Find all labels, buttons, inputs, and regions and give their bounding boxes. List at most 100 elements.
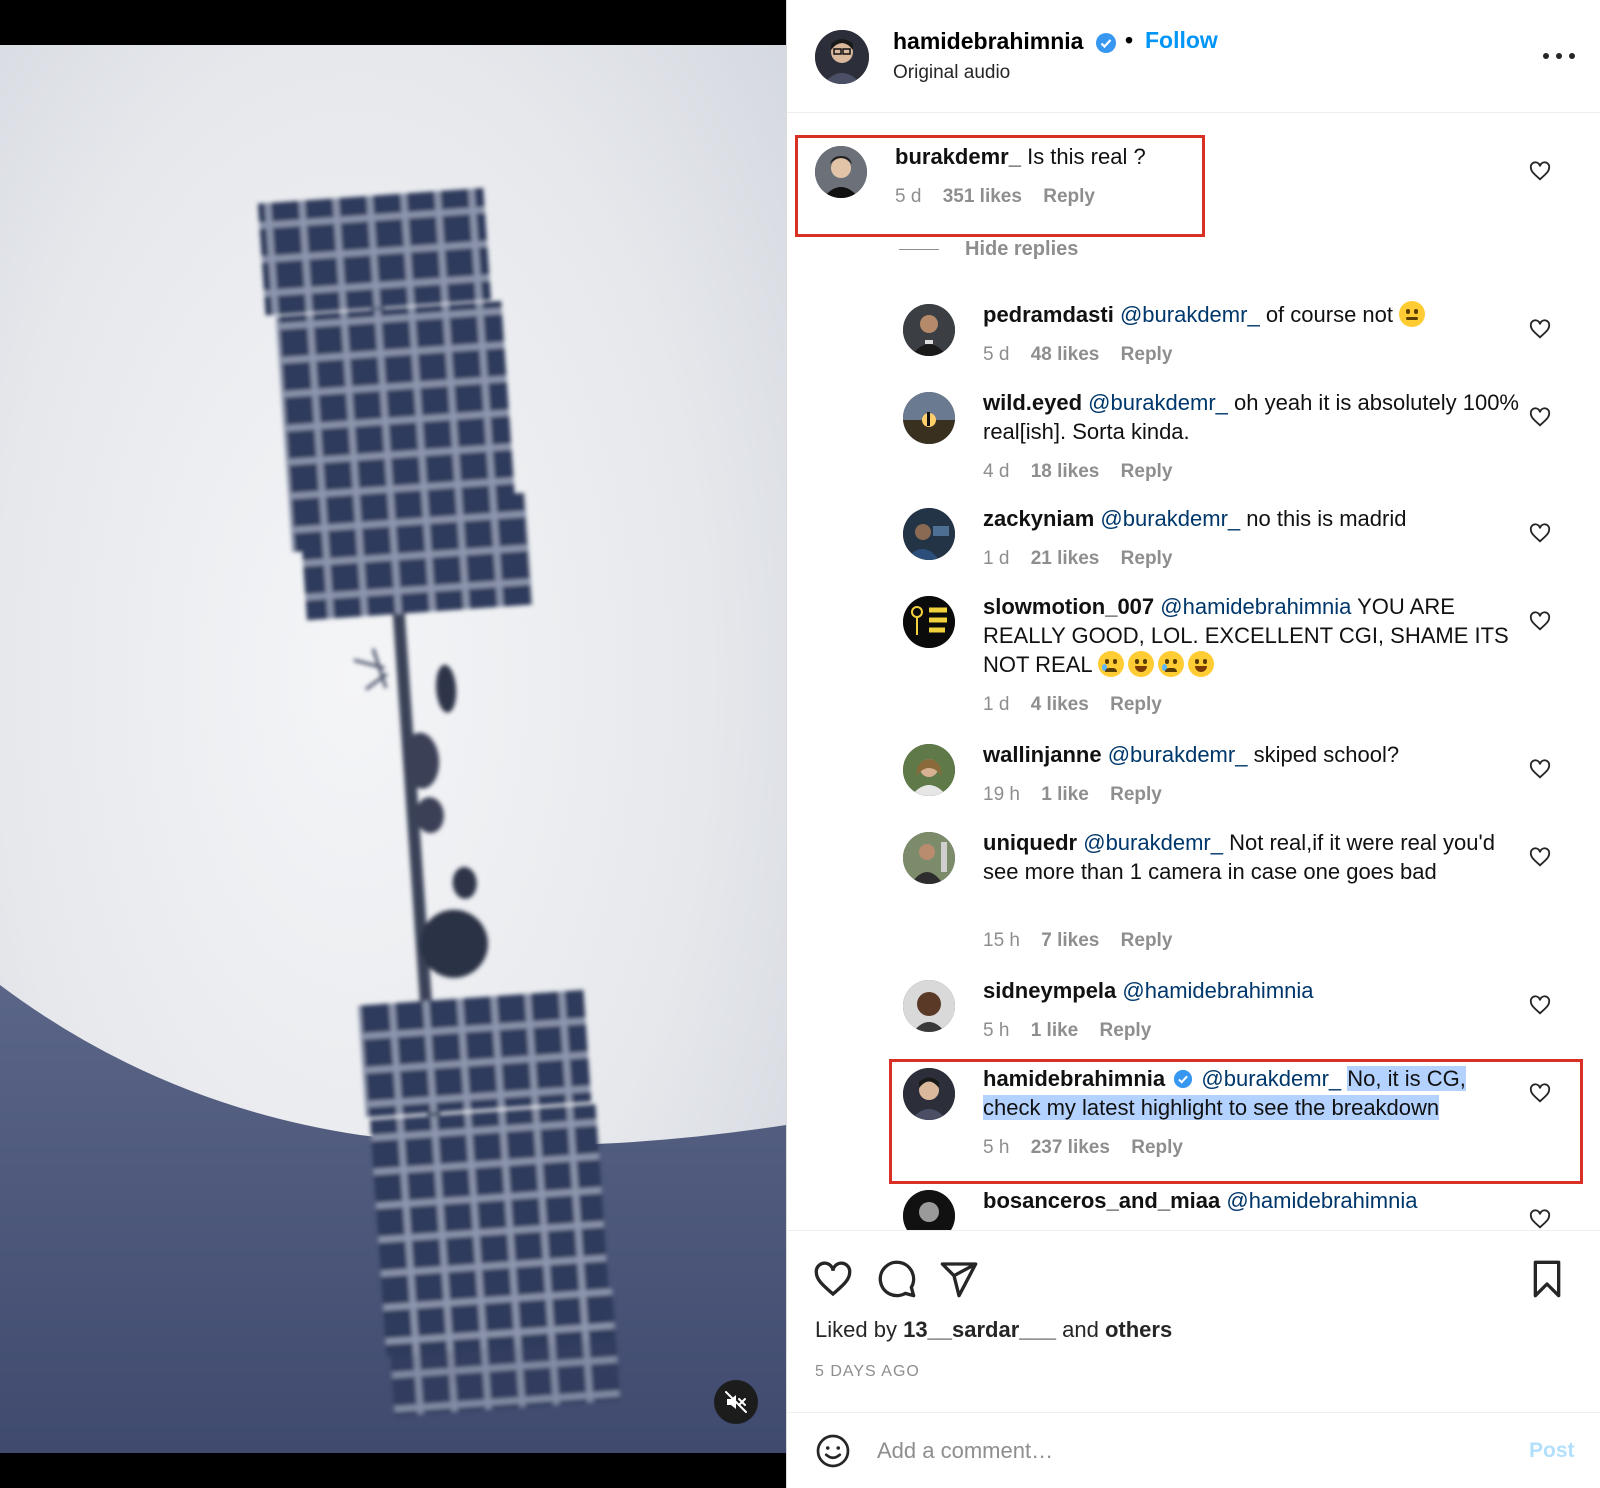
reply-mention[interactable]: @burakdemr_ (1083, 830, 1223, 855)
liked-by-text: Liked by 13__sardar___ and others (815, 1317, 1173, 1342)
liked-by-user[interactable]: 13__sardar___ (903, 1317, 1056, 1342)
reply-meta: 15 h 7 likes Reply (983, 930, 1188, 952)
comment-composer: Post (787, 1412, 1600, 1488)
reply-button[interactable]: Reply (1121, 548, 1173, 569)
reply-mention[interactable]: @hamidebrahimnia (1160, 594, 1351, 619)
heart-icon[interactable] (1529, 994, 1551, 1016)
reply-likes[interactable]: 21 likes (1031, 548, 1100, 569)
reply-mention[interactable]: @burakdemr_ (1108, 742, 1248, 767)
reply-username[interactable]: sidneympela (983, 978, 1116, 1003)
mute-icon (725, 1391, 747, 1413)
reply-text: wallinjanne @burakdemr_ skiped school? (983, 742, 1400, 767)
post-header: hamidebrahimnia • Follow Original audio (787, 0, 1600, 113)
reply-button[interactable]: Reply (1100, 1020, 1152, 1041)
heart-icon[interactable] (1529, 846, 1551, 868)
comment-likes[interactable]: 351 likes (943, 186, 1022, 207)
comment-username[interactable]: burakdemr_ (895, 144, 1021, 169)
emoji-icon[interactable] (815, 1433, 851, 1469)
reply-mention[interactable]: @burakdemr_ (1201, 1066, 1341, 1091)
heart-icon[interactable] (1529, 1208, 1551, 1230)
heart-icon[interactable] (1529, 1082, 1551, 1104)
heart-icon[interactable] (813, 1259, 853, 1299)
reply-username[interactable]: hamidebrahimnia (983, 1066, 1165, 1091)
reply-button[interactable]: Reply (1121, 461, 1173, 482)
reply-mention[interactable]: @hamidebrahimnia (1122, 978, 1313, 1003)
comments-list[interactable]: burakdemr_ Is this real ? 5 d 351 likes … (787, 114, 1600, 1230)
reply-time[interactable]: 5 d (983, 344, 1009, 365)
commenter-avatar[interactable] (903, 596, 955, 648)
commenter-avatar[interactable] (815, 146, 867, 198)
heart-icon[interactable] (1529, 406, 1551, 428)
reply-mention[interactable]: @burakdemr_ (1120, 302, 1260, 327)
comment-time[interactable]: 5 d (895, 186, 921, 207)
heart-icon[interactable] (1529, 160, 1551, 182)
reply-button[interactable]: Reply (1110, 694, 1162, 715)
reply-time[interactable]: 1 d (983, 694, 1009, 715)
reply-mention[interactable]: @burakdemr_ (1100, 506, 1240, 531)
heart-icon[interactable] (1529, 758, 1551, 780)
reply-button[interactable]: Reply (1110, 784, 1162, 805)
reply-button[interactable]: Reply (1121, 344, 1173, 365)
video-pane[interactable] (0, 0, 786, 1488)
reply-time[interactable]: 15 h (983, 930, 1020, 951)
author-avatar[interactable] (815, 30, 869, 84)
commenter-avatar[interactable] (903, 304, 955, 356)
hide-replies-button[interactable]: Hide replies (899, 238, 1078, 261)
audio-label[interactable]: Original audio (893, 62, 1010, 84)
reply-likes[interactable]: 7 likes (1041, 930, 1099, 951)
satellite-video-still (0, 45, 786, 1453)
reply-mention[interactable]: @burakdemr_ (1088, 390, 1228, 415)
mute-button[interactable] (714, 1380, 758, 1424)
share-icon[interactable] (939, 1259, 979, 1299)
reply-meta: 1 d 21 likes Reply (983, 548, 1188, 570)
video-frame[interactable] (0, 45, 786, 1453)
commenter-avatar[interactable] (903, 980, 955, 1032)
reply-username[interactable]: bosanceros_and_miaa (983, 1188, 1220, 1213)
verified-badge-icon (1096, 33, 1116, 53)
heart-icon[interactable] (1529, 522, 1551, 544)
reply-text: pedramdasti @burakdemr_ of course not (983, 300, 1523, 329)
reply-time[interactable]: 5 h (983, 1020, 1009, 1041)
reply-likes[interactable]: 1 like (1041, 784, 1089, 805)
reply-likes[interactable]: 237 likes (1031, 1137, 1110, 1158)
post-date[interactable]: 5 DAYS AGO (815, 1363, 920, 1381)
reply-time[interactable]: 5 h (983, 1137, 1009, 1158)
reply-username[interactable]: pedramdasti (983, 302, 1114, 327)
reply-button[interactable]: Reply (1121, 930, 1173, 951)
reply-username[interactable]: uniquedr (983, 830, 1077, 855)
reply-button[interactable]: Reply (1131, 1137, 1183, 1158)
commenter-avatar[interactable] (903, 1190, 955, 1230)
reply-time[interactable]: 19 h (983, 784, 1020, 805)
author-username[interactable]: hamidebrahimnia (893, 28, 1083, 55)
reply-username[interactable]: zackyniam (983, 506, 1094, 531)
reply-username[interactable]: wild.eyed (983, 390, 1082, 415)
commenter-avatar[interactable] (903, 832, 955, 884)
commenter-avatar[interactable] (903, 1068, 955, 1120)
crying-face-emoji-icon (1097, 651, 1124, 677)
reply-username[interactable]: wallinjanne (983, 742, 1102, 767)
post-comment-button[interactable]: Post (1529, 1439, 1575, 1463)
more-options-icon[interactable] (1543, 50, 1575, 62)
reply-likes[interactable]: 1 like (1031, 1020, 1079, 1041)
commenter-avatar[interactable] (903, 392, 955, 444)
reply-likes[interactable]: 48 likes (1031, 344, 1100, 365)
follow-button[interactable]: Follow (1145, 27, 1218, 54)
reply-mention[interactable]: @hamidebrahimnia (1226, 1188, 1417, 1213)
commenter-avatar[interactable] (903, 508, 955, 560)
reply-likes[interactable]: 18 likes (1031, 461, 1100, 482)
reply-meta: 5 h 1 like Reply (983, 1020, 1167, 1042)
comment-input[interactable] (877, 1435, 1477, 1467)
reply-time[interactable]: 4 d (983, 461, 1009, 482)
liked-by-others[interactable]: others (1105, 1317, 1172, 1342)
reply-username[interactable]: slowmotion_007 (983, 594, 1154, 619)
reply-meta: 4 d 18 likes Reply (983, 461, 1188, 483)
heart-icon[interactable] (1529, 610, 1551, 632)
reply-button[interactable]: Reply (1043, 186, 1095, 207)
bookmark-icon[interactable] (1527, 1259, 1567, 1299)
heart-icon[interactable] (1529, 318, 1551, 340)
reply-meta: 1 d 4 likes Reply (983, 694, 1178, 716)
comment-icon[interactable] (877, 1259, 917, 1299)
reply-likes[interactable]: 4 likes (1031, 694, 1089, 715)
reply-time[interactable]: 1 d (983, 548, 1009, 569)
commenter-avatar[interactable] (903, 744, 955, 796)
